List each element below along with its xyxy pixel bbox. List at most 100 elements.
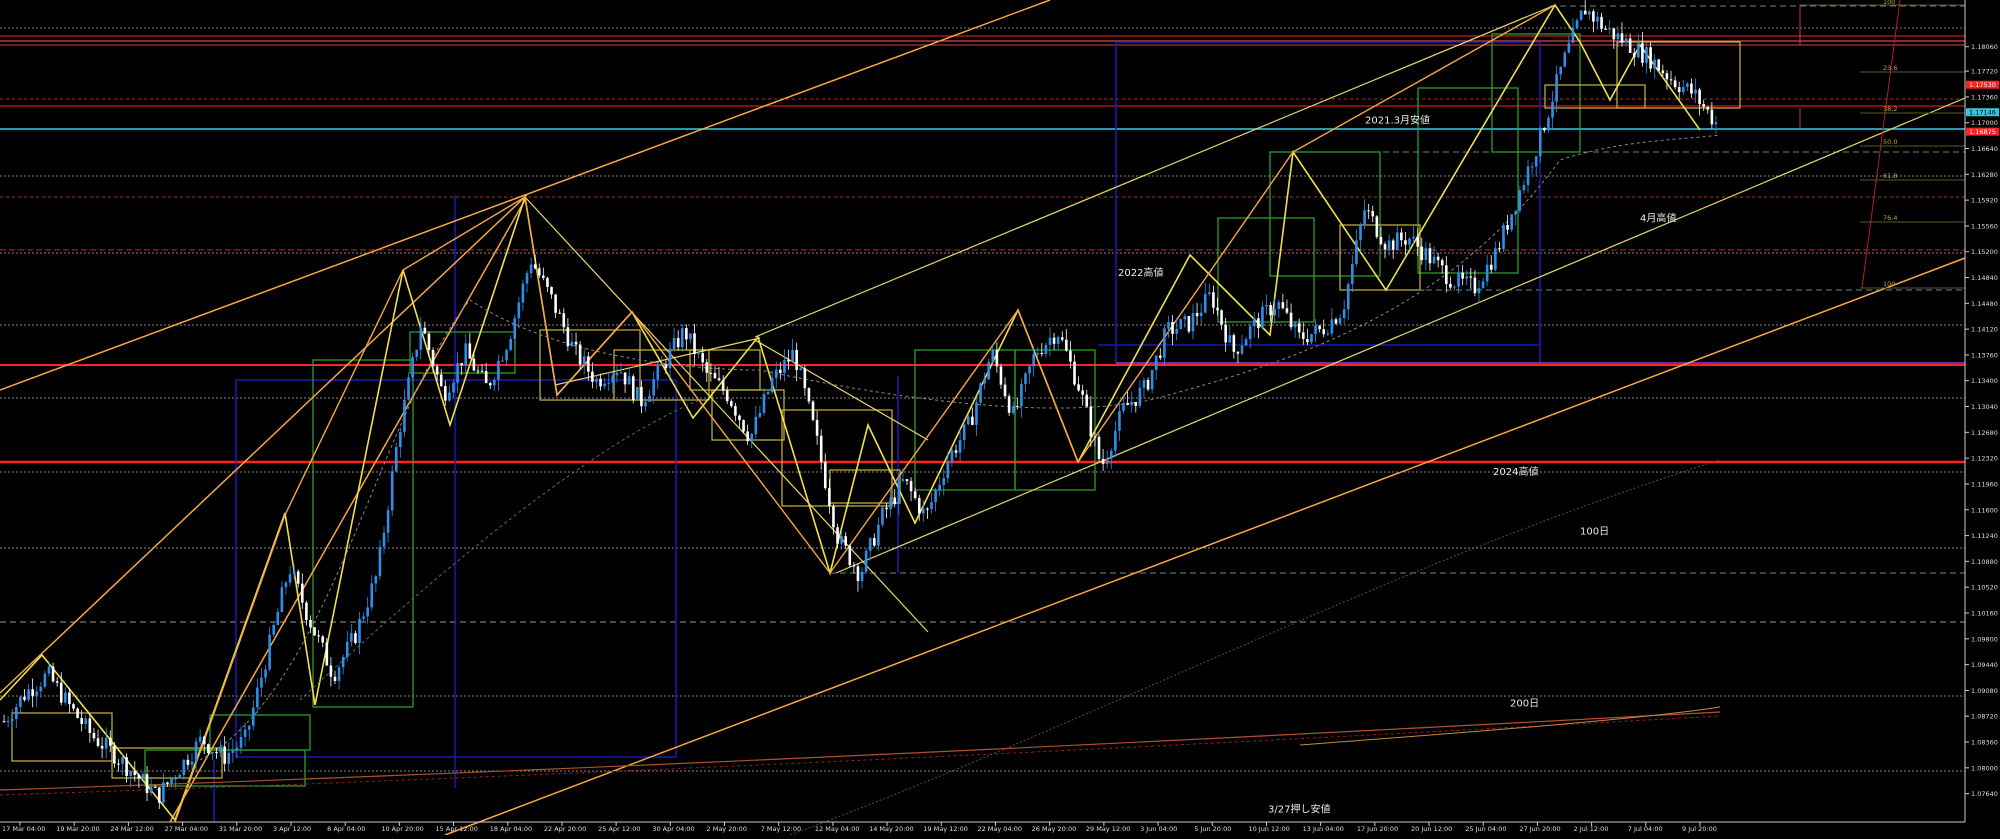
candle-body [660,364,664,366]
candle-body [227,752,231,764]
candle-body [705,362,709,373]
candle-body [1498,248,1501,250]
candle-body [1130,402,1133,406]
candle-body [1428,248,1432,264]
candle-body [1616,33,1620,40]
candle-body [153,786,157,788]
candle-body [1690,83,1693,94]
candle-body [1453,286,1456,288]
candle-body [1661,70,1665,74]
candle-body [799,368,803,371]
candle-body [1632,52,1636,58]
candle-body [256,687,259,708]
candle-body [1665,73,1669,80]
candle-body [1657,59,1661,71]
x-tick-label: 5 Jun 20:00 [1194,825,1231,833]
candle-body [966,416,970,425]
candle-body [268,634,271,670]
candle-body [991,349,995,363]
candle-body [321,636,325,643]
candle-body [979,383,982,403]
y-tick-label: 1.11960 [1971,480,1998,488]
candle-body [1514,210,1518,215]
candle-body [509,338,512,351]
candle-body [873,538,876,546]
candle-body [1481,281,1485,289]
candle-body [207,744,210,754]
candle-body [738,415,741,421]
candle-body [840,536,843,544]
candle-body [19,696,22,708]
candle-body [452,382,455,393]
candle-body [1330,319,1334,334]
y-tick-label: 1.13400 [1971,377,1998,385]
candle-body [1669,79,1673,81]
candle-body [35,691,39,697]
candle-body [676,338,680,348]
candle-body [1526,166,1530,186]
candle-body [100,745,104,749]
candle-body [1126,403,1129,406]
candle-body [975,402,978,425]
candle-body [1167,321,1170,329]
candle-body [202,736,206,745]
candle-body [460,363,463,366]
candle-body [893,497,897,505]
candle-body [1608,28,1612,30]
candle-body [1065,339,1068,351]
candle-body [1052,337,1056,344]
candle-body [1203,294,1207,313]
y-tick-label: 1.11600 [1971,506,1998,514]
candle-body [725,390,729,402]
candle-body [836,527,839,544]
level-annotation-label: 2024高値 [1493,465,1538,478]
candle-body [1559,66,1562,75]
candle-body [6,721,10,723]
candle-body [1097,436,1101,459]
candle-body [1473,277,1477,294]
x-tick-label: 7 May 12:00 [761,825,801,833]
x-tick-label: 14 May 20:00 [869,825,914,833]
candle-body [1220,310,1223,325]
candle-body [1020,383,1023,407]
candle-body [1346,284,1350,310]
candle-body [108,737,112,746]
candle-body [856,566,860,581]
candle-body [272,624,275,635]
candle-body [439,374,443,387]
candle-body [832,506,835,528]
candle-body [1432,256,1436,264]
candle-body [717,378,721,381]
candle-body [370,583,374,608]
candle-body [1257,318,1260,329]
x-tick-label: 15 Apr 12:00 [436,825,478,833]
candle-body [1187,316,1191,332]
candle-body [1334,319,1338,324]
candle-body [64,692,67,703]
candle-body [15,707,18,720]
candle-body [1506,225,1509,230]
candle-body [1351,263,1354,285]
y-tick-label: 1.12320 [1971,455,1998,463]
candle-body [468,343,472,359]
candle-body [1637,43,1640,58]
y-tick-label: 1.18060 [1971,43,1998,51]
candle-body [1306,338,1309,343]
fib-level-label: 76.4 [1883,214,1897,222]
candle-body [1232,335,1236,352]
candle-body [223,746,226,764]
candle-body [1048,337,1052,345]
candle-body [1706,106,1710,110]
y-tick-label: 1.12680 [1971,429,1998,437]
x-tick-label: 17 Jun 20:00 [1357,825,1398,833]
x-tick-label: 25 Jun 04:00 [1465,825,1506,833]
y-tick-label: 1.08360 [1971,739,1998,747]
candle-body [758,412,762,417]
candle-body [922,508,925,514]
candle-body [186,759,190,765]
candle-body [546,277,549,287]
candle-body [1293,323,1297,328]
candle-body [1461,272,1464,279]
candle-body [309,619,312,628]
candle-body [166,782,169,784]
